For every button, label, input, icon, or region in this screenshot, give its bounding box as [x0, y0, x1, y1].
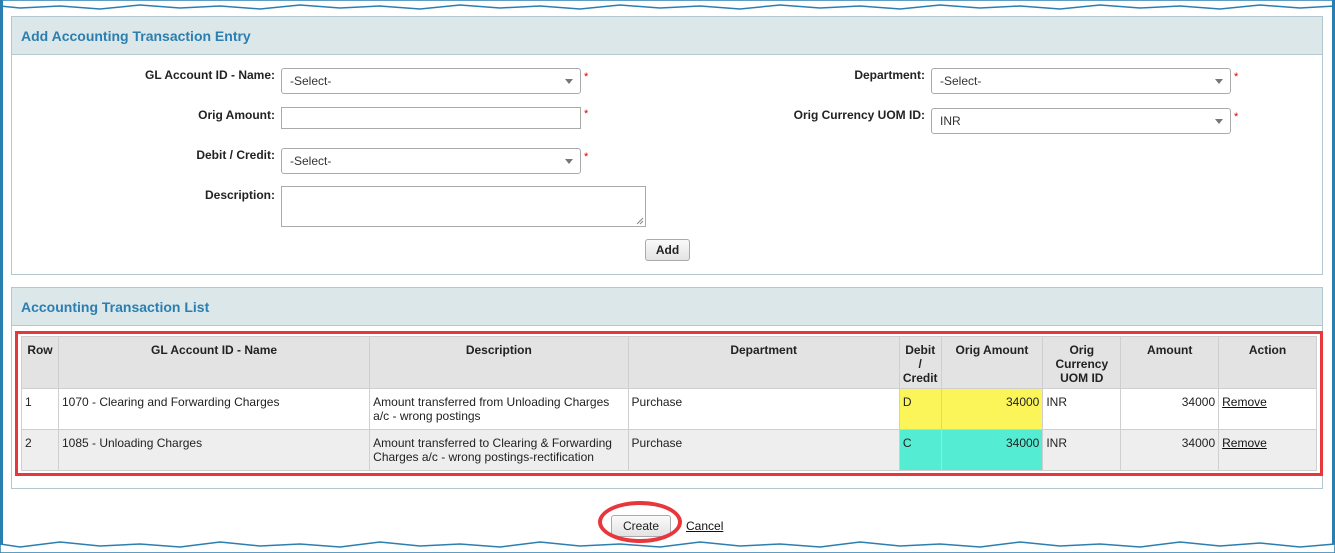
header-orig-amount: Orig Amount: [940, 336, 1044, 389]
torn-edge-top: [0, 0, 1335, 10]
table-header-row: Row GL Account ID - Name Description Dep…: [21, 336, 1317, 389]
gl-account-select[interactable]: -Select-: [281, 68, 581, 94]
remove-link[interactable]: Remove: [1222, 395, 1267, 409]
cancel-link[interactable]: Cancel: [686, 519, 723, 533]
required-marker: *: [584, 151, 589, 163]
chevron-down-icon: [1215, 119, 1223, 124]
currency-label: Orig Currency UOM ID:: [793, 108, 925, 122]
create-button-annotation: [598, 501, 682, 543]
header-orig-currency: Orig Currency UOM ID: [1042, 336, 1122, 389]
header-amount: Amount: [1120, 336, 1220, 389]
description-label: Description:: [204, 188, 275, 202]
torn-edge-bottom: [0, 541, 1335, 553]
remove-link[interactable]: Remove: [1222, 436, 1267, 450]
cell-orig-amount: 34000: [940, 429, 1044, 471]
cell-department: Purchase: [627, 388, 900, 430]
required-marker: *: [1234, 71, 1239, 83]
department-label: Department:: [854, 68, 925, 82]
cell-amount: 34000: [1120, 388, 1220, 430]
header-debit-credit: Debit / Credit: [898, 336, 942, 389]
chevron-down-icon: [1215, 79, 1223, 84]
cell-row: 2: [21, 429, 59, 471]
table-row: 2 1085 - Unloading Charges Amount transf…: [21, 429, 1317, 471]
department-value: -Select-: [940, 74, 982, 88]
required-marker: *: [584, 108, 589, 120]
transaction-table: Row GL Account ID - Name Description Dep…: [21, 336, 1317, 471]
debit-credit-label: Debit / Credit:: [196, 148, 275, 162]
cell-department: Purchase: [627, 429, 900, 471]
cell-gl-account: 1070 - Clearing and Forwarding Charges: [57, 388, 371, 430]
debit-credit-select[interactable]: -Select-: [281, 148, 581, 174]
chevron-down-icon: [565, 159, 573, 164]
add-entry-title: Add Accounting Transaction Entry: [12, 17, 1322, 55]
table-row: 1 1070 - Clearing and Forwarding Charges…: [21, 388, 1317, 430]
orig-amount-label: Orig Amount:: [198, 108, 275, 122]
description-textarea[interactable]: [281, 186, 646, 227]
header-description: Description: [369, 336, 629, 389]
currency-value: INR: [940, 114, 961, 128]
cell-description: Amount transferred to Clearing & Forward…: [369, 429, 629, 471]
cell-action: Remove: [1218, 429, 1317, 471]
cell-amount: 34000: [1120, 429, 1220, 471]
cell-action: Remove: [1218, 388, 1317, 430]
cell-currency: INR: [1042, 388, 1122, 430]
left-border: [0, 0, 3, 553]
currency-select[interactable]: INR: [931, 108, 1231, 134]
chevron-down-icon: [565, 79, 573, 84]
add-entry-panel: Add Accounting Transaction Entry: [11, 16, 1323, 275]
header-row: Row: [21, 336, 59, 389]
debit-credit-value: -Select-: [290, 154, 332, 168]
resize-grip-icon[interactable]: [636, 217, 644, 225]
header-department: Department: [627, 336, 900, 389]
add-button[interactable]: Add: [645, 239, 690, 261]
header-action: Action: [1218, 336, 1317, 389]
department-select[interactable]: -Select-: [931, 68, 1231, 94]
cell-debit-credit: D: [898, 388, 942, 430]
orig-amount-input[interactable]: [281, 107, 581, 129]
highlighted-table-annotation: Row GL Account ID - Name Description Dep…: [15, 331, 1323, 476]
cell-description: Amount transferred from Unloading Charge…: [369, 388, 629, 430]
cell-currency: INR: [1042, 429, 1122, 471]
cell-row: 1: [21, 388, 59, 430]
transaction-list-title: Accounting Transaction List: [12, 288, 1322, 326]
gl-account-value: -Select-: [290, 74, 332, 88]
cell-gl-account: 1085 - Unloading Charges: [57, 429, 371, 471]
cell-debit-credit: C: [898, 429, 942, 471]
required-marker: *: [584, 71, 589, 83]
required-marker: *: [1234, 111, 1239, 123]
cell-orig-amount: 34000: [940, 388, 1044, 430]
header-gl-account: GL Account ID - Name: [57, 336, 371, 389]
gl-account-label: GL Account ID - Name:: [144, 68, 275, 82]
